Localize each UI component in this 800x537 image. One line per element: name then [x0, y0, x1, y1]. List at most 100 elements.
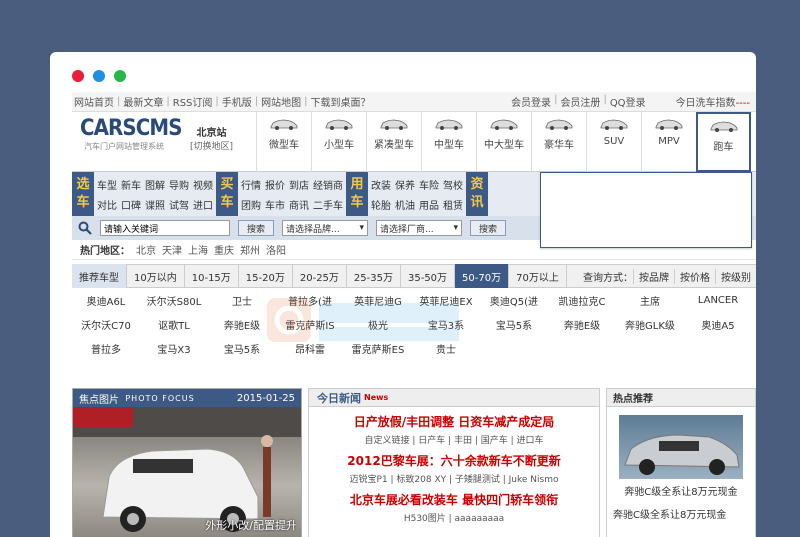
car-type-tab[interactable]: 紧凑型车 [366, 112, 421, 172]
query-mode-link[interactable]: 按价格 [674, 268, 715, 284]
site-logo[interactable]: CARSCMS 汽车门户网站管理系统 [80, 116, 193, 152]
model-link[interactable]: 沃尔沃S80L [140, 293, 208, 308]
user-link[interactable]: QQ登录 [610, 94, 646, 109]
hot-area-city[interactable]: 北京 [136, 242, 156, 257]
nav-link[interactable]: 报价 [265, 177, 285, 192]
nav-link[interactable]: 团购 [241, 197, 261, 212]
nav-link[interactable]: 用品 [419, 197, 439, 212]
price-tab[interactable]: 70万以上 [509, 264, 567, 288]
nav-link[interactable]: 对比 [97, 197, 117, 212]
news-sublinks[interactable]: H530图片 | aaaaaaaaa [309, 511, 599, 524]
price-tab[interactable]: 10-15万 [185, 264, 239, 288]
top-link[interactable]: 网站地图 [261, 94, 301, 109]
model-link[interactable]: 奔驰E级 [548, 317, 616, 332]
nav-link[interactable]: 行情 [241, 177, 261, 192]
top-link[interactable]: 手机版 [222, 94, 252, 109]
hot-area-city[interactable]: 郑州 [240, 242, 260, 257]
price-tab[interactable]: 35-50万 [401, 264, 456, 288]
car-type-tab[interactable]: 中大型车 [476, 112, 531, 172]
car-type-tab[interactable]: SUV [586, 112, 641, 172]
news-sublinks[interactable]: 自定义链接 | 日产车 | 丰田 | 国产车 | 进口车 [309, 433, 599, 446]
nav-link[interactable]: 车型 [97, 177, 117, 192]
maximize-window-button[interactable] [114, 70, 126, 82]
price-tab[interactable]: 10万以内 [127, 264, 185, 288]
hot-area-city[interactable]: 天津 [162, 242, 182, 257]
car-search-button[interactable]: 搜索 [470, 220, 507, 236]
switch-city-link[interactable]: [切换地区] [190, 142, 233, 152]
model-link[interactable]: 凯迪拉克C [548, 293, 616, 308]
nav-link[interactable]: 视频 [193, 177, 213, 192]
car-type-tab[interactable]: 中型车 [421, 112, 476, 172]
price-tab[interactable]: 50-70万 [455, 264, 510, 288]
hot-caption-2[interactable]: 奔驰C级全系让8万元现金 [607, 506, 755, 521]
car-type-tab[interactable]: 跑车 [696, 112, 751, 172]
nav-link[interactable]: 车市 [265, 197, 285, 212]
hot-area-city[interactable]: 洛阳 [266, 242, 286, 257]
nav-link[interactable]: 谍照 [145, 197, 165, 212]
nav-link[interactable]: 试驾 [169, 197, 189, 212]
maker-select[interactable]: 请选择厂商... ▾ [376, 220, 463, 236]
hot-caption[interactable]: 奔驰C级全系让8万元现金 [607, 483, 755, 498]
nav-link[interactable]: 驾校 [443, 177, 463, 192]
nav-link[interactable]: 改装 [371, 177, 391, 192]
nav-link[interactable]: 图解 [145, 177, 165, 192]
hot-area-city[interactable]: 上海 [188, 242, 208, 257]
nav-link[interactable]: 商讯 [289, 197, 309, 212]
close-window-button[interactable] [72, 70, 84, 82]
nav-link[interactable]: 车险 [419, 177, 439, 192]
nav-link[interactable]: 轮胎 [371, 197, 391, 212]
top-link[interactable]: 网站首页 [74, 94, 114, 109]
query-modes: 查询方式： 按品牌 按价格 按级别 [583, 268, 756, 284]
price-tab[interactable]: 15-20万 [239, 264, 293, 288]
nav-link[interactable]: 到店 [289, 177, 309, 192]
nav-link[interactable]: 新车 [121, 177, 141, 192]
model-link[interactable]: 沃尔沃C70 [72, 317, 140, 332]
search-input[interactable] [100, 220, 230, 236]
news-sublinks[interactable]: 迈锐宝P1 | 标致208 XY | 子矮腿测试 | Juke Nismo [309, 472, 599, 485]
car-type-tab[interactable]: MPV [641, 112, 696, 172]
hot-area-city[interactable]: 重庆 [214, 242, 234, 257]
hot-car-photo[interactable] [619, 415, 743, 479]
model-link[interactable]: 奔驰GLK级 [616, 317, 684, 332]
nav-link[interactable]: 保养 [395, 177, 415, 192]
top-link[interactable]: 下载到桌面？ [311, 94, 371, 109]
model-link[interactable]: 主席 [616, 293, 684, 308]
news-headline[interactable]: 北京车展必看改装车 最快四门轿车领衔 [309, 491, 599, 508]
model-link[interactable]: LANCER [684, 295, 752, 306]
model-link[interactable]: 讴歌TL [140, 317, 208, 332]
nav-link[interactable]: 二手车 [313, 197, 343, 212]
news-headline[interactable]: 2012巴黎车展：六十余款新车不断更新 [309, 452, 599, 469]
car-type-tab[interactable]: 小型车 [311, 112, 366, 172]
car-type-tab[interactable]: 豪华车 [531, 112, 586, 172]
user-link[interactable]: 会员登录 [511, 94, 551, 109]
minimize-window-button[interactable] [93, 70, 105, 82]
query-mode-link[interactable]: 按级别 [715, 268, 756, 284]
model-link[interactable]: 普拉多 [72, 341, 140, 356]
model-link[interactable]: 奥迪A6L [72, 293, 140, 308]
nav-link[interactable]: 口碑 [121, 197, 141, 212]
price-tab[interactable]: 20-25万 [293, 264, 347, 288]
model-link[interactable]: 宝马5系 [480, 317, 548, 332]
model-link[interactable]: 宝马X3 [140, 341, 208, 356]
price-tab[interactable]: 25-35万 [347, 264, 401, 288]
query-mode-link[interactable]: 按品牌 [633, 268, 674, 284]
car-type-tab[interactable]: 微型车 [256, 112, 311, 172]
model-link[interactable]: 宝马5系 [208, 341, 276, 356]
user-link[interactable]: 会员注册 [560, 94, 600, 109]
nav-link[interactable]: 机油 [395, 197, 415, 212]
nav-link[interactable]: 导购 [169, 177, 189, 192]
nav-link[interactable]: 进口 [193, 197, 213, 212]
nav-link[interactable]: 经销商 [313, 177, 343, 192]
model-link[interactable]: 卫士 [208, 293, 276, 308]
top-link[interactable]: 最新文章 [123, 94, 163, 109]
brand-select[interactable]: 请选择品牌... ▾ [282, 220, 369, 236]
model-link[interactable]: 奔驰E级 [208, 317, 276, 332]
top-link[interactable]: RSS订阅 [173, 94, 213, 109]
model-link[interactable]: 奥迪Q5(进 [480, 293, 548, 308]
model-link[interactable]: 奥迪A5 [684, 317, 752, 332]
news-headline[interactable]: 日产放假/丰田调整 日资车减产成定局 [309, 413, 599, 430]
focus-car-photo[interactable]: 外形小改/配置提升 [73, 407, 301, 537]
nav-link[interactable]: 租赁 [443, 197, 463, 212]
price-tab[interactable]: 推荐车型 [72, 264, 127, 288]
search-button[interactable]: 搜索 [238, 220, 275, 236]
